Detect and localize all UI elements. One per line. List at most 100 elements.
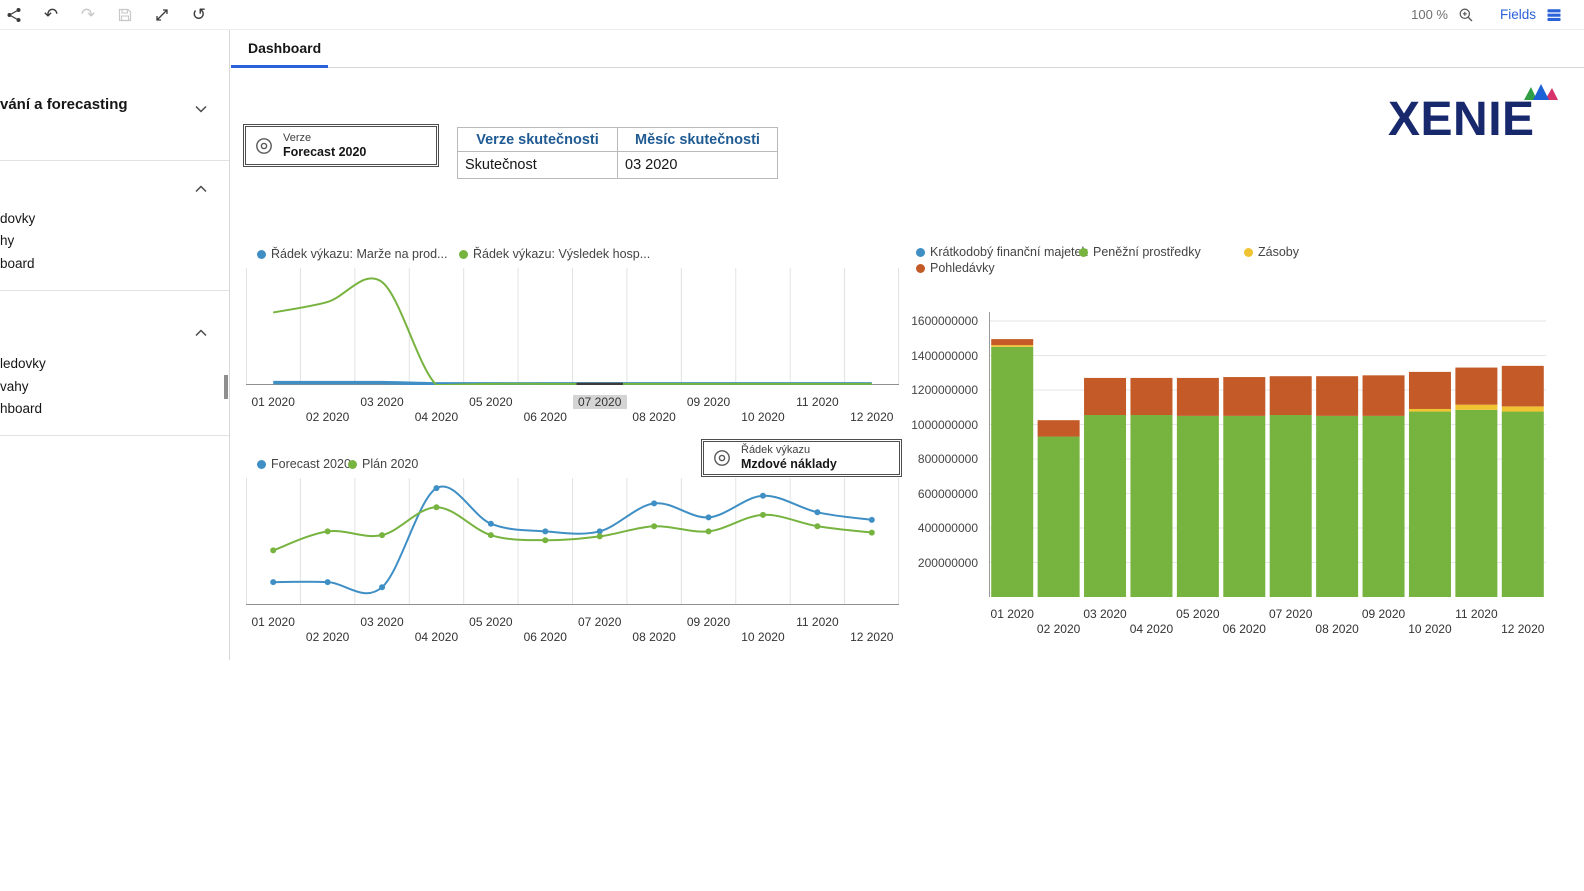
forecast-plan-line-chart[interactable]: Forecast 2020 Plán 2020 01 202002 202003… <box>246 455 901 660</box>
data-point[interactable] <box>542 528 548 534</box>
chevron-up-icon[interactable] <box>195 180 207 198</box>
filter-verze[interactable]: Verze Forecast 2020 <box>243 124 439 167</box>
bar-segment[interactable] <box>1409 412 1451 597</box>
data-point[interactable] <box>433 485 439 491</box>
zoom-in-icon[interactable] <box>1458 7 1474 23</box>
bar-segment[interactable] <box>1130 378 1172 415</box>
bar-segment[interactable] <box>1502 406 1544 411</box>
data-point[interactable] <box>651 523 657 529</box>
reset-icon[interactable]: ↺ <box>191 7 207 23</box>
bar-segment[interactable] <box>1409 409 1451 412</box>
legend-item[interactable]: Peněžní prostředky <box>1079 245 1201 259</box>
sidebar-item[interactable]: hy <box>0 230 200 252</box>
data-point[interactable] <box>379 532 385 538</box>
bar-segment[interactable] <box>1363 375 1405 416</box>
data-point[interactable] <box>651 500 657 506</box>
y-axis-label: 1400000000 <box>911 349 978 363</box>
share-icon[interactable] <box>6 7 22 23</box>
bar-segment[interactable] <box>1130 415 1172 597</box>
data-point[interactable] <box>869 517 875 523</box>
legend-dot <box>916 248 925 257</box>
bar-segment[interactable] <box>1270 376 1312 415</box>
bar-segment[interactable] <box>1223 416 1265 597</box>
bar-segment[interactable] <box>1038 437 1080 597</box>
redo-icon[interactable]: ↷ <box>80 7 96 23</box>
chevron-up-icon[interactable] <box>195 324 207 342</box>
plot-area[interactable] <box>246 268 899 385</box>
margin-line-chart[interactable]: Řádek výkazu: Marže na prod... Řádek výk… <box>246 245 901 437</box>
save-icon[interactable] <box>117 7 133 23</box>
data-point[interactable] <box>760 512 766 518</box>
legend-item[interactable]: Zásoby <box>1244 245 1299 259</box>
legend-item[interactable]: Plán 2020 <box>348 457 418 471</box>
data-point[interactable] <box>325 528 331 534</box>
fields-button[interactable]: Fields <box>1500 7 1536 22</box>
plot-svg[interactable] <box>246 268 899 385</box>
chevron-down-icon[interactable] <box>195 100 207 118</box>
plot-svg[interactable] <box>246 478 899 605</box>
bar-segment[interactable] <box>1455 410 1497 597</box>
bar-segment[interactable] <box>991 345 1033 347</box>
bar-segment[interactable] <box>1363 416 1405 597</box>
bar-segment[interactable] <box>1316 416 1358 597</box>
undo-icon[interactable]: ↶ <box>43 7 59 23</box>
data-point[interactable] <box>814 509 820 515</box>
main-area: Dashboard XENIE Verze Forecast 2020 <box>231 30 1584 891</box>
bar-segment[interactable] <box>1038 420 1080 436</box>
sidebar-item[interactable]: board <box>0 253 200 275</box>
assets-stacked-bar-chart[interactable]: Krátkodobý finanční majetek Peněžní pros… <box>916 245 1548 650</box>
bar-segment[interactable] <box>1409 372 1451 409</box>
fields-icon[interactable] <box>1546 7 1562 23</box>
sidebar-item[interactable]: vahy <box>0 376 200 398</box>
data-point[interactable] <box>488 521 494 527</box>
sidebar-item[interactable]: dovky <box>0 208 200 230</box>
sidebar-scrollbar-thumb[interactable] <box>224 375 228 399</box>
bar-segment[interactable] <box>1177 416 1219 597</box>
filter-radek-vykazu[interactable]: Řádek výkazu Mzdové náklady <box>701 439 902 477</box>
plot-area[interactable] <box>989 304 1546 597</box>
actuals-table[interactable]: Verze skutečnosti Měsíc skutečnosti Skut… <box>457 127 778 179</box>
data-point[interactable] <box>270 579 276 585</box>
plot-svg[interactable] <box>989 304 1546 597</box>
data-point[interactable] <box>706 514 712 520</box>
data-point[interactable] <box>760 493 766 499</box>
bar-segment[interactable] <box>1270 415 1312 597</box>
tab-dashboard[interactable]: Dashboard <box>231 30 328 68</box>
bar-segment[interactable] <box>991 347 1033 597</box>
bar-segment[interactable] <box>1177 378 1219 416</box>
legend-item[interactable]: Forecast 2020 <box>257 457 351 471</box>
bar-segment[interactable] <box>991 339 1033 345</box>
filter-label: Verze <box>283 132 366 145</box>
legend-item[interactable]: Řádek výkazu: Výsledek hosp... <box>459 247 650 261</box>
bar-segment[interactable] <box>1084 378 1126 415</box>
data-point[interactable] <box>869 530 875 536</box>
data-point[interactable] <box>379 584 385 590</box>
data-point[interactable] <box>270 547 276 553</box>
data-point[interactable] <box>433 504 439 510</box>
bar-segment[interactable] <box>1502 366 1544 407</box>
data-point[interactable] <box>706 528 712 534</box>
sidebar-item[interactable]: ledovky <box>0 353 200 375</box>
expand-icon[interactable] <box>154 7 170 23</box>
bar-segment[interactable] <box>1316 376 1358 416</box>
bar-segment[interactable] <box>1223 377 1265 416</box>
data-point[interactable] <box>325 579 331 585</box>
legend-item[interactable]: Krátkodobý finanční majetek <box>916 245 1088 259</box>
data-point[interactable] <box>488 532 494 538</box>
column-header: Verze skutečnosti <box>458 128 618 152</box>
x-axis-label: 12 2020 <box>1496 622 1550 636</box>
bar-segment[interactable] <box>1455 368 1497 405</box>
bar-segment[interactable] <box>1084 415 1126 597</box>
data-point[interactable] <box>814 523 820 529</box>
bar-segment[interactable] <box>1502 412 1544 597</box>
legend-item[interactable]: Řádek výkazu: Marže na prod... <box>257 247 447 261</box>
dashboard-canvas: XENIE Verze Forecast 2020 Verze skutečno… <box>231 68 1584 891</box>
bar-segment[interactable] <box>1455 405 1497 410</box>
plot-area[interactable] <box>246 478 899 605</box>
data-point[interactable] <box>597 533 603 539</box>
legend-item[interactable]: Pohledávky <box>916 261 995 275</box>
sidebar-divider <box>0 160 229 161</box>
sidebar-item[interactable]: hboard <box>0 398 200 420</box>
x-axis-label: 07 2020 <box>1264 607 1318 621</box>
data-point[interactable] <box>542 537 548 543</box>
